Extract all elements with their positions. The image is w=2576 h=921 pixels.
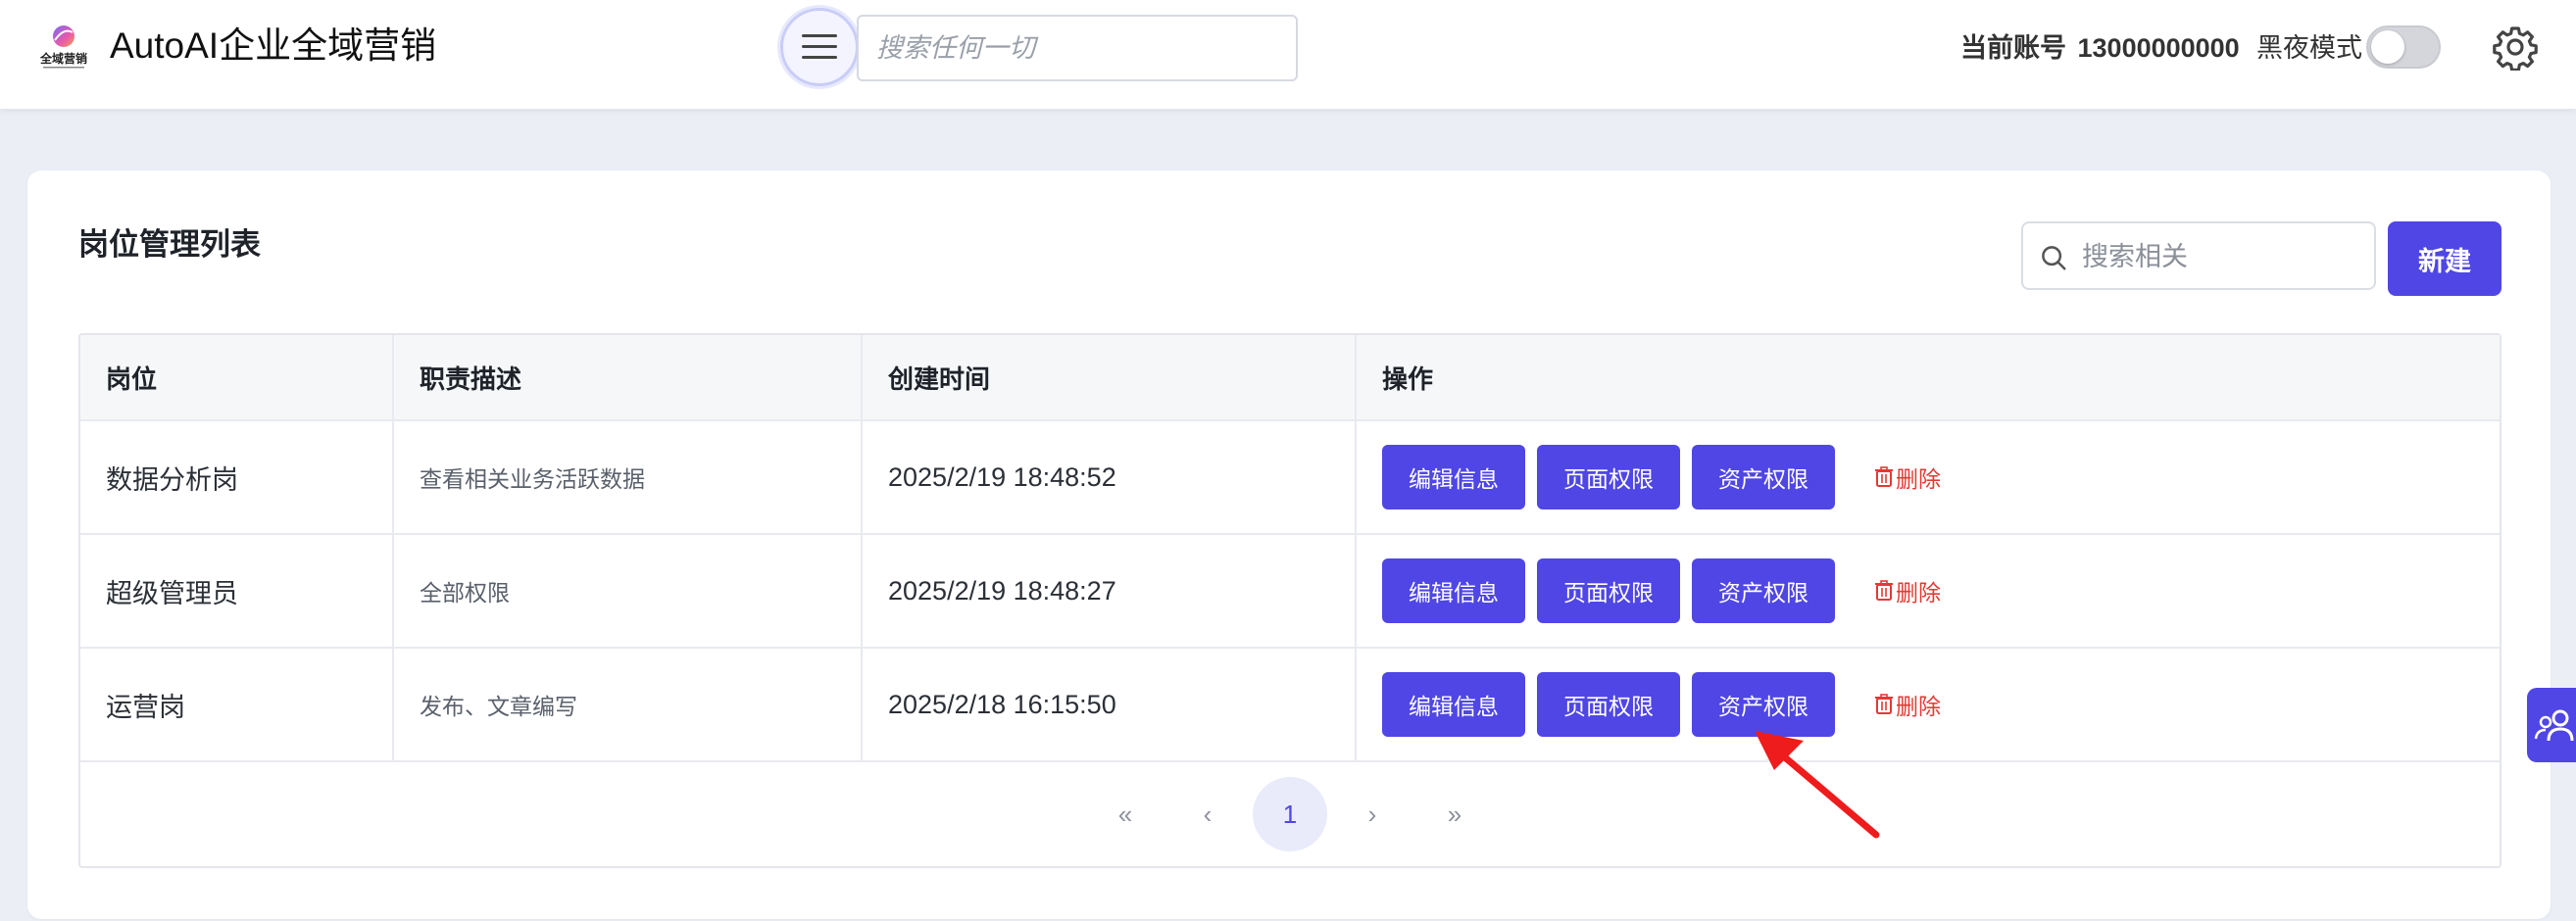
position-description: 全部权限 [394,535,863,647]
table-row: 数据分析岗 查看相关业务活跃数据 2025/2/19 18:48:52 编辑信息… [80,421,2500,535]
table-header: 岗位 职责描述 创建时间 操作 [80,335,2500,421]
column-header-description: 职责描述 [394,335,863,419]
new-button[interactable]: 新建 [2388,221,2502,296]
dark-mode-label: 黑夜模式 [2256,33,2362,63]
column-header-actions: 操作 [1382,364,1434,394]
account-info: 当前账号 13000000000 [1960,27,2240,69]
edit-info-button[interactable]: 编辑信息 [1382,558,1525,623]
list-search-input[interactable] [2082,233,2366,280]
row-actions: 编辑信息 页面权限 资产权限 删除 [1357,421,2500,533]
page-permission-button[interactable]: 页面权限 [1537,672,1680,737]
positions-table: 岗位 职责描述 创建时间 操作 数据分析岗 查看相关业务活跃数据 2025/2/… [78,333,2502,868]
page-number-button[interactable]: 1 [1253,777,1327,851]
table-row: 运营岗 发布、文章编写 2025/2/18 16:15:50 编辑信息 页面权限… [80,649,2500,762]
row-actions: 编辑信息 页面权限 资产权限 删除 [1357,649,2500,760]
table-row: 超级管理员 全部权限 2025/2/19 18:48:27 编辑信息 页面权限 … [80,535,2500,649]
next-page-button[interactable]: › [1335,777,1410,851]
list-search-box[interactable] [2021,221,2376,290]
edit-info-button[interactable]: 编辑信息 [1382,672,1525,737]
menu-toggle-button[interactable] [780,8,859,86]
pagination: « ‹ 1 › » [80,762,2500,866]
delete-button[interactable]: 删除 [1874,460,1941,494]
search-icon [2042,246,2066,270]
page-permission-button[interactable]: 页面权限 [1537,558,1680,623]
side-floating-button[interactable] [2527,688,2576,762]
svg-text:全域营销: 全域营销 [39,51,87,66]
trash-icon [1875,466,1893,487]
asset-permission-button[interactable]: 资产权限 [1692,445,1835,509]
created-time: 2025/2/19 18:48:52 [863,421,1357,533]
hamburger-icon [802,34,837,59]
toggle-knob [2371,30,2404,64]
users-icon [2534,709,2574,742]
delete-label: 删除 [1896,466,1941,492]
prev-page-button[interactable]: ‹ [1170,777,1245,851]
column-header-created: 创建时间 [863,335,1357,419]
position-description: 发布、文章编写 [394,649,863,760]
global-search-input[interactable] [857,15,1298,81]
trash-icon [1875,694,1893,714]
edit-info-button[interactable]: 编辑信息 [1382,445,1525,509]
logo: 全域营销 [39,25,87,69]
delete-label: 删除 [1896,580,1941,606]
delete-button[interactable]: 删除 [1874,574,1941,607]
top-bar: 全域营销 AutoAI企业全域营销 当前账号 13000000000 黑夜模式 [0,0,2576,110]
dark-mode-toggle[interactable] [2366,25,2441,69]
position-management-card: 岗位管理列表 新建 岗位 职责描述 创建时间 操作 数据分析岗 查看相关业务活跃… [27,170,2551,919]
created-time: 2025/2/19 18:48:27 [863,535,1357,647]
column-header-position: 岗位 [80,335,394,419]
annotation-arrow [1755,731,1880,839]
page-title: 岗位管理列表 [78,227,261,262]
position-name: 运营岗 [80,649,394,760]
position-name: 超级管理员 [80,535,394,647]
position-name: 数据分析岗 [80,421,394,533]
gear-icon[interactable] [2492,24,2539,71]
row-actions: 编辑信息 页面权限 资产权限 删除 [1357,535,2500,647]
delete-label: 删除 [1896,694,1941,719]
created-time: 2025/2/18 16:15:50 [863,649,1357,760]
account-label: 当前账号 [1960,33,2066,63]
last-page-button[interactable]: » [1417,777,1492,851]
position-description: 查看相关业务活跃数据 [394,421,863,533]
delete-button[interactable]: 删除 [1874,688,1941,721]
asset-permission-button[interactable]: 资产权限 [1692,558,1835,623]
first-page-button[interactable]: « [1088,777,1163,851]
account-number: 13000000000 [2077,33,2240,63]
trash-icon [1875,580,1893,601]
app-title: AutoAI企业全域营销 [110,25,437,66]
page-permission-button[interactable]: 页面权限 [1537,445,1680,509]
